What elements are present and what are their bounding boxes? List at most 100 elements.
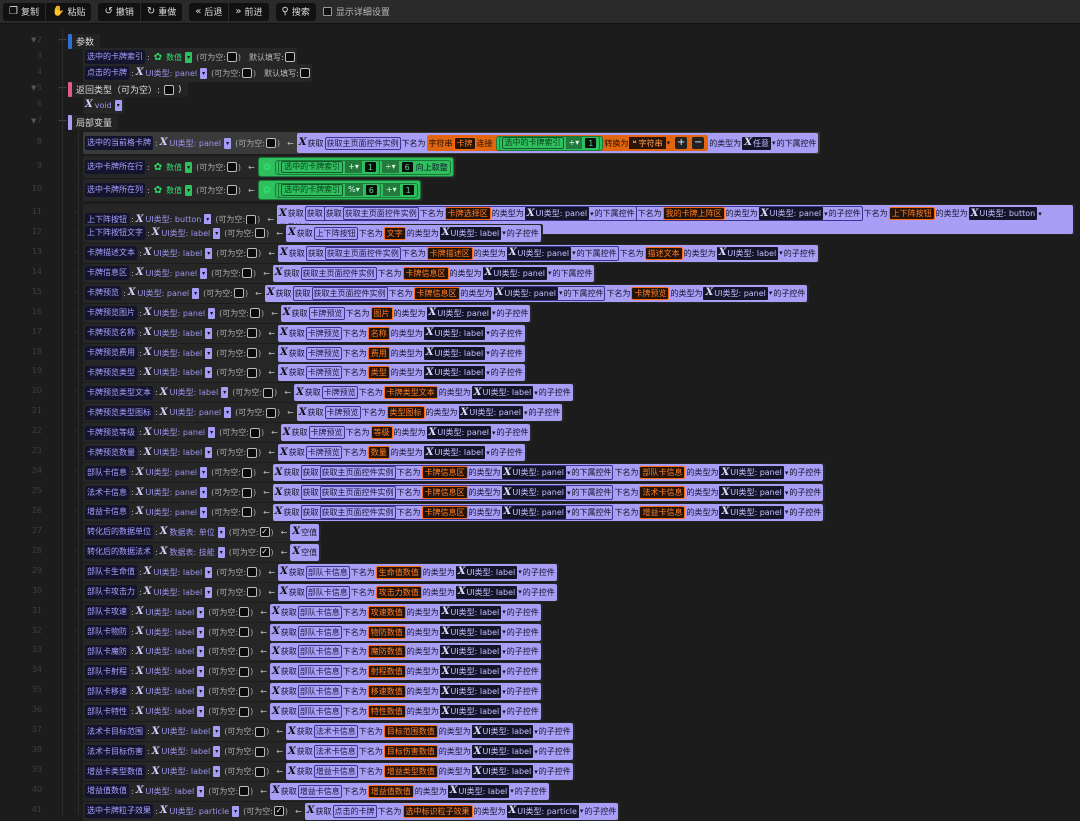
fold-toggle-icon[interactable]: ▼ bbox=[31, 36, 36, 44]
variable-name[interactable]: 卡牌预览费用 bbox=[85, 346, 137, 360]
type-chip-caret[interactable]: ▾ bbox=[824, 210, 828, 218]
variable-reference[interactable]: 卡牌预览 bbox=[305, 326, 342, 340]
operator-selector[interactable]: +▾ bbox=[382, 184, 400, 196]
type-selector[interactable]: X UI类型: panel ▾ bbox=[160, 137, 232, 149]
type-chip[interactable]: X UI类型: label bbox=[455, 565, 518, 579]
type-chip-caret[interactable]: ▾ bbox=[772, 139, 776, 147]
type-selector[interactable]: X UI类型: panel ▾ bbox=[160, 407, 232, 419]
type-selector[interactable]: X UI类型: label ▾ bbox=[136, 666, 205, 678]
type-chip[interactable]: X UI类型: label bbox=[716, 246, 779, 260]
type-chip-caret[interactable]: ▾ bbox=[785, 508, 789, 516]
type-selector[interactable]: ✿ 数值 ▾ bbox=[152, 161, 193, 173]
number-literal[interactable]: 1 bbox=[401, 184, 415, 196]
type-selector[interactable]: X UI类型: panel ▾ bbox=[136, 67, 208, 79]
variable-reference[interactable]: 增益卡信息 bbox=[313, 765, 358, 779]
variable-name[interactable]: 卡牌预览等级 bbox=[85, 425, 137, 440]
variable-reference[interactable]: 获取主页面控件实例 bbox=[319, 466, 396, 480]
type-selector[interactable]: ✿ 数值 ▾ bbox=[152, 51, 193, 63]
variable-name[interactable]: 卡牌预览类型文本 bbox=[85, 385, 153, 400]
type-selector[interactable]: X UI类型: panel ▾ bbox=[136, 267, 208, 279]
variable-reference[interactable]: 卡牌预览 bbox=[308, 306, 345, 320]
type-selector[interactable]: X 数据表: 技能 ▾ bbox=[160, 546, 225, 558]
expression-block[interactable]: X 获取 获取 获取主页面控件实例 下名为 卡牌信息区 的类型为 X UI类型: panel ▾ 的… bbox=[272, 464, 824, 482]
variable-reference[interactable]: 卡牌预览 bbox=[305, 346, 342, 360]
nullable-checkbox[interactable] bbox=[247, 328, 258, 339]
variable-name[interactable]: 部队卡射程 bbox=[85, 664, 129, 679]
variable-name[interactable]: 卡牌预览类型图标 bbox=[85, 405, 153, 420]
param-name[interactable]: 点击的卡牌 bbox=[85, 66, 129, 80]
type-chip[interactable]: X UI类型: panel bbox=[506, 246, 572, 260]
string-literal[interactable]: 卡牌信息区 bbox=[421, 505, 468, 519]
string-literal[interactable]: 移速数值 bbox=[367, 685, 406, 699]
type-chip[interactable]: X UI类型: label bbox=[471, 725, 534, 739]
number-variable-reference[interactable]: 选中的卡牌索引 bbox=[281, 184, 344, 196]
expression-block[interactable]: X 获取 卡牌预览 下名为 图片 的类型为 X UI类型: panel ▾ 的子控件 bbox=[280, 304, 531, 322]
type-chip[interactable]: X UI类型: panel bbox=[426, 306, 491, 320]
expression-block[interactable]: X 获取 获取主页面控件实例 下名为 字符串 卡牌 连接 选中的卡牌索引 +▾ 1 转换为 ❝ 字符串 ▾… bbox=[296, 133, 819, 153]
type-chip-caret[interactable]: ▾ bbox=[572, 249, 576, 257]
type-chip-caret[interactable]: ▾ bbox=[510, 787, 514, 795]
variable-name[interactable]: 转化后的数据法术 bbox=[85, 545, 153, 560]
number-expression[interactable]: 选中的卡牌索引 %▾ 6 +▾ 1 bbox=[275, 182, 418, 198]
type-chip[interactable]: X UI类型: label bbox=[439, 226, 502, 240]
string-literal[interactable]: 卡牌信息区 bbox=[413, 286, 460, 300]
variable-name[interactable]: 部队卡特性 bbox=[85, 704, 129, 719]
type-chip[interactable]: X UI类型: label bbox=[471, 386, 534, 400]
string-literal[interactable]: 卡牌 bbox=[453, 136, 476, 150]
variable-reference[interactable]: 获取主页面控件实例 bbox=[311, 286, 388, 300]
nullable-checkbox[interactable] bbox=[241, 467, 252, 478]
variable-name[interactable]: 部队卡魔防 bbox=[85, 644, 129, 659]
string-literal[interactable]: 部队卡信息 bbox=[639, 466, 686, 480]
type-chip[interactable]: X UI类型: panel bbox=[458, 406, 523, 420]
string-literal[interactable]: 增益类型数值 bbox=[383, 765, 438, 779]
type-selector[interactable]: X UI类型: label ▾ bbox=[152, 766, 221, 778]
string-literal[interactable]: 图片 bbox=[370, 306, 393, 320]
type-chip-caret[interactable]: ▾ bbox=[567, 469, 571, 477]
variable-name[interactable]: 上下阵按钮文字 bbox=[85, 226, 145, 241]
number-literal[interactable]: 6 bbox=[400, 161, 414, 173]
type-chip-caret[interactable]: ▾ bbox=[518, 588, 522, 596]
type-selector[interactable]: X UI类型: panel ▾ bbox=[136, 467, 208, 479]
type-chip-caret[interactable]: ▾ bbox=[567, 489, 571, 497]
nullable-checkbox[interactable] bbox=[239, 686, 250, 697]
type-selector[interactable]: X UI类型: label ▾ bbox=[144, 447, 213, 459]
variable-reference[interactable]: 部队卡信息 bbox=[297, 645, 342, 659]
expression-block[interactable]: X 获取 卡牌预览 下名为 类型 的类型为 X UI类型: label ▾ 的子控件 bbox=[277, 364, 525, 382]
type-chip-caret[interactable]: ▾ bbox=[502, 229, 506, 237]
variable-reference[interactable]: 获取主页面控件实例 bbox=[319, 486, 396, 500]
expression-block[interactable]: X 空值 bbox=[290, 543, 320, 561]
string-literal[interactable]: 法术卡信息 bbox=[639, 486, 686, 500]
string-literal[interactable]: 选中标识粒子效果 bbox=[402, 804, 473, 818]
type-chip-caret[interactable]: ▾ bbox=[486, 329, 490, 337]
nullable-checkbox[interactable]: ✓ bbox=[259, 527, 270, 538]
type-selector[interactable]: X UI类型: label ▾ bbox=[152, 227, 221, 239]
string-literal[interactable]: 我的卡牌上阵区 bbox=[662, 207, 725, 220]
variable-reference[interactable]: 部队卡信息 bbox=[305, 565, 350, 579]
number-expression[interactable]: ✿ 选中的卡牌索引 +▾ 1 ÷▾ 6 向上取整 bbox=[257, 157, 454, 177]
variable-name[interactable]: 部队卡攻速 bbox=[85, 605, 129, 620]
string-expression[interactable]: 选中的卡牌索引 +▾ 1 转换为 ❝ 字符串 ▾ bbox=[493, 135, 673, 151]
variable-reference[interactable]: 点击的卡牌 bbox=[332, 804, 377, 818]
type-chip-caret[interactable]: ▾ bbox=[559, 289, 563, 297]
type-chip-caret[interactable]: ▾ bbox=[534, 768, 538, 776]
variable-name[interactable]: 法术卡目标范围 bbox=[85, 724, 145, 739]
fold-toggle-icon[interactable]: ▼ bbox=[31, 84, 36, 92]
remove-item-button[interactable]: − bbox=[692, 137, 705, 149]
variable-reference[interactable]: 法术卡信息 bbox=[313, 725, 358, 739]
expression-block[interactable]: X 获取 上下阵按钮 下名为 文字 的类型为 X UI类型: label ▾ 的子控件 bbox=[285, 224, 541, 242]
type-dropdown-caret[interactable]: ▾ bbox=[224, 137, 232, 149]
number-expression[interactable]: 选中的卡牌索引 +▾ 1 bbox=[278, 159, 380, 175]
string-literal[interactable]: 费用 bbox=[367, 346, 390, 360]
type-selector[interactable]: X UI类型: label ▾ bbox=[144, 367, 213, 379]
type-dropdown-caret[interactable]: ▾ bbox=[205, 247, 213, 259]
type-chip[interactable]: X UI类型: label bbox=[439, 625, 502, 639]
number-expression[interactable]: 选中的卡牌索引 +▾ 1 bbox=[495, 135, 604, 151]
type-dropdown-caret[interactable]: ▾ bbox=[213, 726, 221, 738]
nullable-checkbox[interactable] bbox=[226, 185, 237, 195]
type-chip[interactable]: X UI类型: panel bbox=[493, 286, 558, 300]
type-selector[interactable]: X UI类型: panel ▾ bbox=[136, 487, 208, 499]
type-dropdown-caret[interactable]: ▾ bbox=[213, 227, 221, 239]
expression-block[interactable]: X 获取 部队卡信息 下名为 物防数值 的类型为 X UI类型: label ▾ 的子控件 bbox=[269, 623, 541, 641]
param-name[interactable]: 选中的卡牌索引 bbox=[85, 50, 145, 64]
type-dropdown-caret[interactable]: ▾ bbox=[205, 566, 213, 578]
